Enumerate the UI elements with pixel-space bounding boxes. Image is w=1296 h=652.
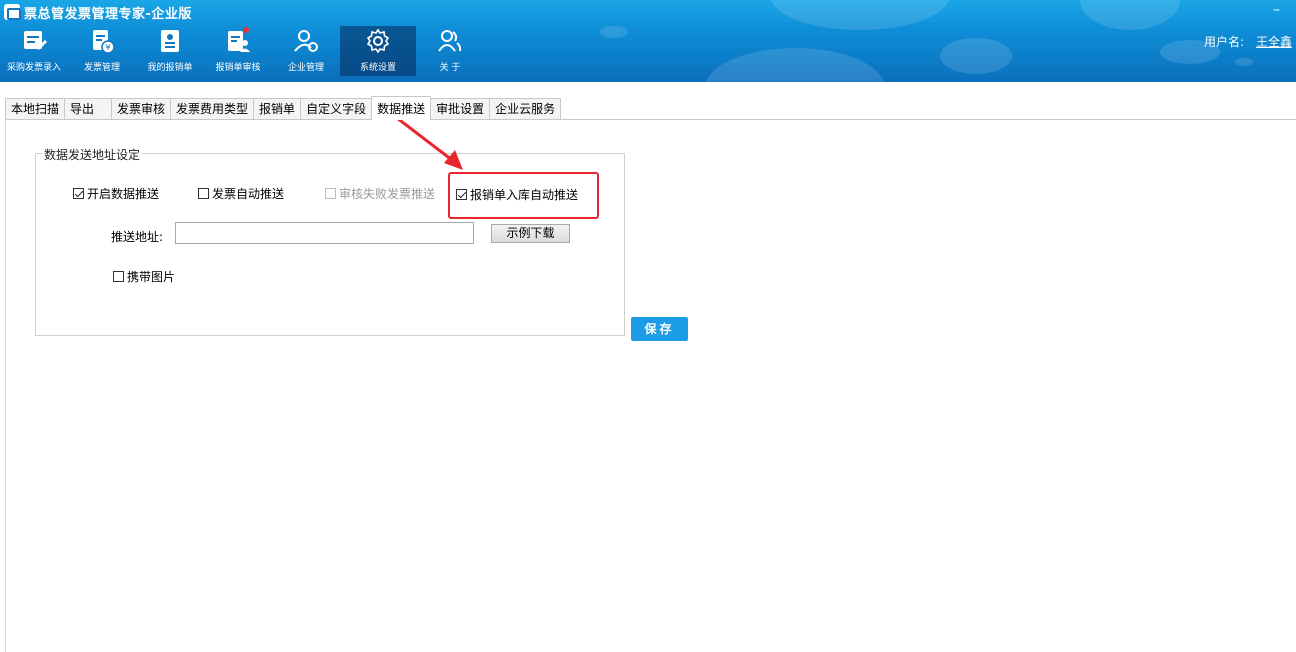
checkbox-label: 审核失败发票推送	[339, 187, 436, 201]
tab-divider	[5, 119, 1296, 120]
toolbar-expense-review[interactable]: 报销单审核	[204, 26, 272, 76]
carry-images-checkbox[interactable]: 携带图片	[113, 268, 175, 285]
toolbar-label: 我的报销单	[147, 63, 193, 73]
tab-expense-type[interactable]: 发票费用类型	[170, 98, 255, 120]
notification-dot	[243, 27, 249, 33]
toolbar-label: 关 于	[439, 63, 461, 73]
toolbar-label: 系统设置	[359, 63, 396, 73]
settings-tabs: 本地扫描 导出 发票审核 发票费用类型 报销单 自定义字段 数据推送 审批设置 …	[5, 96, 562, 120]
group-title: 数据发送地址设定	[42, 146, 143, 163]
annotation-highlight-box	[448, 172, 599, 219]
app-logo-icon	[4, 4, 21, 20]
checkbox-label: 发票自动推送	[212, 187, 285, 201]
title-bar: 票总管发票管理专家-企业版	[0, 0, 192, 24]
review-failed-push-checkbox: 审核失败发票推送	[325, 185, 435, 202]
enterprise-icon	[294, 30, 318, 52]
toolbar-enterprise[interactable]: 企业管理	[272, 26, 340, 76]
checkbox-label: 携带图片	[127, 270, 176, 284]
example-download-button[interactable]: 示例下载	[491, 224, 570, 243]
invoice-manage-icon: ¥	[93, 30, 115, 54]
push-address-input[interactable]	[175, 222, 474, 244]
toolbar-my-expense[interactable]: 我的报销单	[136, 26, 204, 76]
checkbox-box	[325, 188, 336, 199]
tab-local-scan[interactable]: 本地扫描	[5, 98, 66, 120]
tab-expense-form[interactable]: 报销单	[253, 98, 302, 120]
enable-push-checkbox[interactable]: 开启数据推送	[73, 185, 159, 202]
app-header: 票总管发票管理专家-企业版 – 采购发票录入 ¥ 发票管理 我的报销单 报销单审…	[0, 0, 1296, 82]
checkbox-label: 开启数据推送	[87, 187, 160, 201]
minimize-button[interactable]: –	[1273, 2, 1280, 18]
tab-data-push[interactable]: 数据推送	[371, 96, 432, 120]
toolbar-label: 采购发票录入	[6, 63, 61, 73]
tab-cloud-service[interactable]: 企业云服务	[489, 98, 562, 120]
toolbar-system-settings[interactable]: 系统设置	[340, 26, 416, 76]
toolbar-label: 发票管理	[83, 63, 120, 73]
app-title: 票总管发票管理专家-企业版	[24, 6, 192, 22]
user-info: 用户名: 王全鑫	[1204, 33, 1292, 50]
tab-approval-settings[interactable]: 审批设置	[430, 98, 491, 120]
toolbar-invoice-manage[interactable]: ¥ 发票管理	[68, 26, 136, 76]
toolbar-purchase-invoice[interactable]: 采购发票录入	[0, 26, 68, 76]
my-expense-icon	[161, 30, 179, 52]
content-border	[5, 119, 6, 652]
user-label: 用户名:	[1203, 35, 1244, 49]
about-icon	[438, 30, 462, 52]
invoice-auto-push-checkbox[interactable]: 发票自动推送	[198, 185, 284, 202]
checkbox-box	[113, 271, 124, 282]
toolbar-about[interactable]: 关 于	[416, 26, 484, 76]
checkbox-box	[73, 188, 84, 199]
checkbox-box	[198, 188, 209, 199]
tab-export[interactable]: 导出	[64, 98, 113, 120]
tab-custom-fields[interactable]: 自定义字段	[300, 98, 373, 120]
username-link[interactable]: 王全鑫	[1256, 35, 1292, 49]
toolbar-label: 报销单审核	[215, 63, 261, 73]
main-toolbar: 采购发票录入 ¥ 发票管理 我的报销单 报销单审核 企业管理 系统设置 关 于	[0, 26, 484, 76]
gear-icon	[366, 28, 390, 54]
toolbar-label: 企业管理	[287, 63, 324, 73]
tab-invoice-review[interactable]: 发票审核	[111, 98, 172, 120]
purchase-invoice-icon	[24, 31, 47, 50]
svg-text:¥: ¥	[105, 43, 110, 52]
address-label: 推送地址:	[111, 230, 164, 244]
save-button[interactable]: 保存	[631, 317, 688, 341]
